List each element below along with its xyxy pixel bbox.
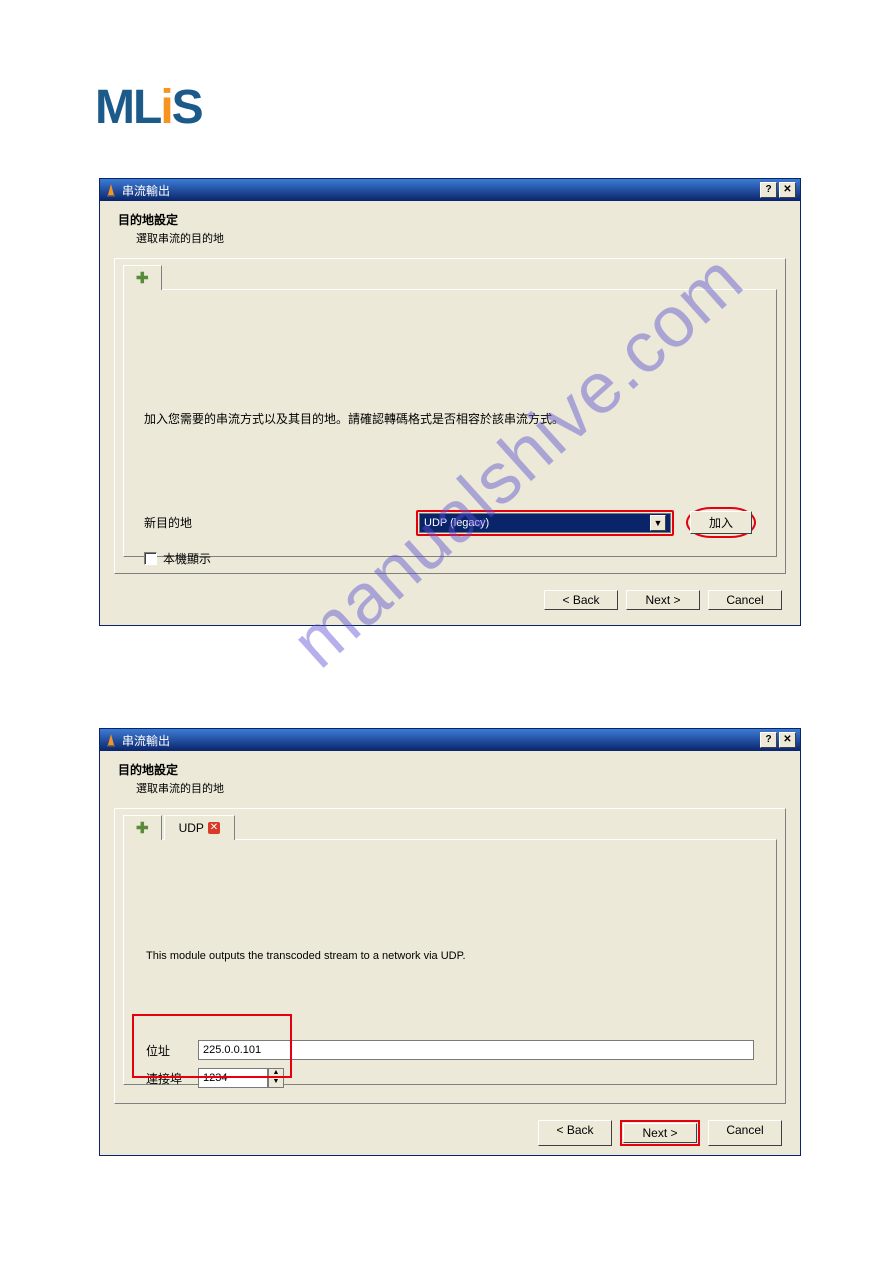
new-destination-label: 新目的地	[144, 514, 404, 531]
udp-form: 位址 225.0.0.101 連接埠 1234 ▲ ▼	[146, 1040, 754, 1088]
udp-tab-label: UDP	[179, 821, 204, 835]
cancel-button[interactable]: Cancel	[708, 590, 782, 610]
dialog1-titlebar: 串流輸出 ? ✕	[100, 179, 800, 201]
back-button[interactable]: < Back	[544, 590, 618, 610]
help-button[interactable]: ?	[760, 182, 777, 198]
dialog1-header-title: 目的地設定	[118, 211, 782, 228]
dialog1-footer: < Back Next > Cancel	[100, 582, 800, 622]
close-button[interactable]: ✕	[779, 182, 796, 198]
add-destination-button[interactable]: 加入	[690, 511, 752, 534]
mlis-logo: MLiS	[95, 80, 202, 135]
dialog1-tabpage: 加入您需要的串流方式以及其目的地。請確認轉碼格式是否相容於該串流方式。 新目的地…	[123, 289, 777, 557]
port-row: 連接埠 1234 ▲ ▼	[146, 1068, 754, 1088]
dialog2-inner-panel: ✚ UDP ✕ This module outputs the transcod…	[114, 808, 786, 1104]
add-tab-button[interactable]: ✚	[123, 265, 162, 290]
cancel-button[interactable]: Cancel	[708, 1120, 782, 1146]
vlc-cone-icon	[104, 183, 118, 197]
dialog1-inner-panel: ✚ 加入您需要的串流方式以及其目的地。請確認轉碼格式是否相容於該串流方式。 新目…	[114, 258, 786, 574]
local-display-checkbox[interactable]	[144, 552, 157, 565]
spin-up-icon[interactable]: ▲	[269, 1069, 283, 1078]
next-button[interactable]: Next >	[626, 590, 700, 610]
dialog2-title: 串流輸出	[122, 732, 758, 749]
dialog1-title: 串流輸出	[122, 182, 758, 199]
local-display-label: 本機顯示	[163, 550, 211, 567]
dialog2-header-sub: 選取串流的目的地	[136, 780, 782, 796]
dialog2-tabpage: This module outputs the transcoded strea…	[123, 839, 777, 1085]
udp-description: This module outputs the transcoded strea…	[146, 950, 754, 962]
spin-down-icon[interactable]: ▼	[269, 1078, 283, 1087]
dialog1-body-text: 加入您需要的串流方式以及其目的地。請確認轉碼格式是否相容於該串流方式。	[144, 410, 756, 427]
close-button[interactable]: ✕	[779, 732, 796, 748]
dialog2-tabstrip: ✚ UDP ✕	[115, 809, 785, 840]
dialog1-header: 目的地設定 選取串流的目的地	[100, 201, 800, 252]
dialog1-header-sub: 選取串流的目的地	[136, 230, 782, 246]
add-button-highlight: 加入	[686, 507, 756, 538]
port-label: 連接埠	[146, 1070, 190, 1087]
next-button[interactable]: Next >	[623, 1123, 697, 1143]
destination-combo-value: UDP (legacy)	[424, 517, 489, 529]
udp-tab[interactable]: UDP ✕	[164, 815, 235, 840]
add-tab-button[interactable]: ✚	[123, 815, 162, 840]
dialog1-tabstrip: ✚	[115, 259, 785, 290]
dialog2-titlebar: 串流輸出 ? ✕	[100, 729, 800, 751]
local-display-row: 本機顯示	[144, 550, 756, 567]
destination-combobox[interactable]: UDP (legacy) ▼	[419, 513, 671, 533]
dialog2-header: 目的地設定 選取串流的目的地	[100, 751, 800, 802]
close-tab-icon[interactable]: ✕	[208, 822, 220, 834]
address-label: 位址	[146, 1042, 190, 1059]
stream-output-dialog-2: 串流輸出 ? ✕ 目的地設定 選取串流的目的地 ✚ UDP ✕ This mod…	[99, 728, 801, 1156]
dialog2-header-title: 目的地設定	[118, 761, 782, 778]
chevron-down-icon[interactable]: ▼	[650, 515, 666, 531]
port-input[interactable]: 1234	[198, 1068, 268, 1088]
new-destination-row: 新目的地 UDP (legacy) ▼ 加入	[144, 507, 756, 538]
help-button[interactable]: ?	[760, 732, 777, 748]
next-button-highlight: Next >	[620, 1120, 700, 1146]
port-spinner[interactable]: ▲ ▼	[268, 1068, 284, 1088]
destination-combo-highlight: UDP (legacy) ▼	[416, 510, 674, 536]
address-row: 位址 225.0.0.101	[146, 1040, 754, 1060]
vlc-cone-icon	[104, 733, 118, 747]
dialog2-footer: < Back Next > Cancel	[100, 1112, 800, 1158]
address-input[interactable]: 225.0.0.101	[198, 1040, 754, 1060]
back-button[interactable]: < Back	[538, 1120, 612, 1146]
stream-output-dialog-1: 串流輸出 ? ✕ 目的地設定 選取串流的目的地 ✚ 加入您需要的串流方式以及其目…	[99, 178, 801, 626]
